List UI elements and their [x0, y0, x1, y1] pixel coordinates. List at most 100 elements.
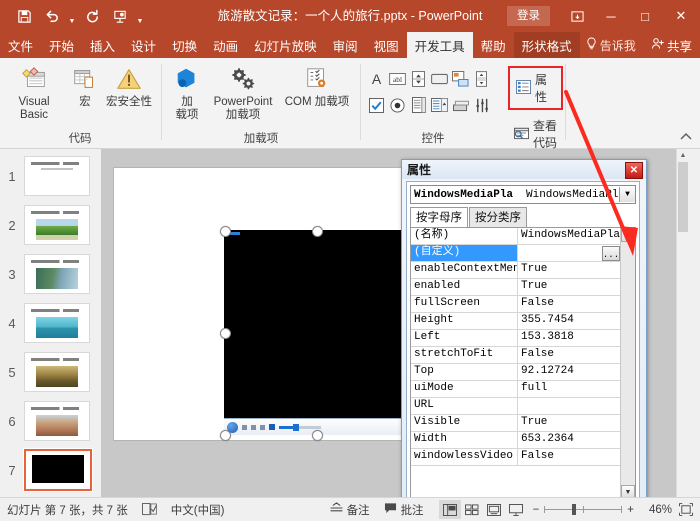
- properties-dialog-close-button[interactable]: ✕: [625, 162, 643, 179]
- property-value[interactable]: full: [518, 381, 621, 397]
- property-value[interactable]: 355.7454: [518, 313, 621, 329]
- more-controls-icon[interactable]: [473, 97, 490, 114]
- media-prev-icon[interactable]: [251, 425, 256, 430]
- property-row-windowlessvideo[interactable]: windowlessVideo False: [411, 449, 621, 466]
- tab-design[interactable]: 设计: [123, 32, 164, 58]
- properties-dialog[interactable]: 属性 ✕ WindowsMediaPla WindowsMediaPlay ▼ …: [401, 159, 647, 511]
- property-value[interactable]: [518, 398, 621, 414]
- tab-developer[interactable]: 开发工具: [407, 32, 473, 58]
- media-player-control-bar[interactable]: [224, 418, 423, 435]
- normal-view-button[interactable]: [439, 500, 461, 519]
- property-value[interactable]: WindowsMediaPlay: [518, 228, 621, 244]
- resize-handle-bottom-left[interactable]: [220, 430, 231, 441]
- media-stop-icon[interactable]: [242, 425, 247, 430]
- zoom-track[interactable]: [544, 509, 622, 510]
- chevron-down-icon[interactable]: ▼: [619, 187, 635, 202]
- property-value[interactable]: 653.2364: [518, 432, 621, 448]
- properties-grid[interactable]: (名称) WindowsMediaPlay (自定义) ... enableCo…: [410, 227, 636, 501]
- property-value[interactable]: 153.3818: [518, 330, 621, 346]
- property-row-visible[interactable]: Visible True: [411, 415, 621, 432]
- combobox-icon[interactable]: [431, 97, 448, 114]
- tab-slideshow[interactable]: 幻灯片放映: [246, 32, 325, 58]
- tell-me-box[interactable]: 告诉我: [586, 32, 636, 58]
- ribbon-display-options-icon[interactable]: [560, 0, 594, 32]
- property-value[interactable]: False: [518, 296, 621, 312]
- customize-qat-icon[interactable]: ▼: [134, 1, 146, 32]
- slide-thumbnail-pane[interactable]: 1 2 3 4 5 6: [0, 149, 102, 498]
- label-A-icon[interactable]: A: [368, 71, 385, 88]
- property-value[interactable]: False: [518, 347, 621, 363]
- save-icon[interactable]: [10, 4, 38, 28]
- custom-properties-ellipsis-button[interactable]: ...: [602, 246, 620, 261]
- tab-help[interactable]: 帮助: [473, 32, 514, 58]
- undo-dropdown-icon[interactable]: ▼: [66, 1, 78, 32]
- commandbutton-icon[interactable]: [431, 71, 448, 88]
- tab-home[interactable]: 开始: [41, 32, 82, 58]
- collapse-ribbon-icon[interactable]: [680, 132, 692, 144]
- notes-button[interactable]: 备注: [323, 502, 377, 518]
- tab-animations[interactable]: 动画: [205, 32, 246, 58]
- property-row-name[interactable]: (名称) WindowsMediaPlay: [411, 228, 621, 245]
- close-button[interactable]: ✕: [662, 0, 700, 32]
- zoom-in-button[interactable]: +: [627, 504, 634, 516]
- sign-in-button[interactable]: 登录: [507, 6, 550, 27]
- addins-button[interactable]: 加 载项: [170, 62, 204, 122]
- property-row-enabled[interactable]: enabled True: [411, 279, 621, 296]
- language-label[interactable]: 中文(中国): [164, 502, 232, 518]
- volume-knob[interactable]: [293, 424, 299, 431]
- resize-handle-middle-left[interactable]: [220, 328, 231, 339]
- property-row-top[interactable]: Top 92.12724: [411, 364, 621, 381]
- thumbnail-slide-5[interactable]: 5: [0, 349, 101, 395]
- object-selector-combobox[interactable]: WindowsMediaPla WindowsMediaPlay ▼: [410, 185, 636, 204]
- fit-slide-icon[interactable]: [672, 503, 700, 516]
- thumbnail-slide-3[interactable]: 3: [0, 251, 101, 297]
- property-row-enablecontextmenu[interactable]: enableContextMenu True: [411, 262, 621, 279]
- thumbnail-slide-6[interactable]: 6: [0, 398, 101, 444]
- thumbnail-slide-4[interactable]: 4: [0, 300, 101, 346]
- property-row-uimode[interactable]: uiMode full: [411, 381, 621, 398]
- properties-grid-scrollbar[interactable]: ▲ ▼: [620, 228, 635, 500]
- resize-handle-bottom-center[interactable]: [312, 430, 323, 441]
- tab-insert[interactable]: 插入: [82, 32, 123, 58]
- maximize-button[interactable]: □: [628, 0, 662, 32]
- media-next-icon[interactable]: [260, 425, 265, 430]
- property-row-height[interactable]: Height 355.7454: [411, 313, 621, 330]
- tab-categorized[interactable]: 按分类序: [469, 207, 527, 228]
- undo-icon[interactable]: [38, 4, 66, 28]
- checkbox-icon[interactable]: [368, 97, 385, 114]
- resize-handle-top-left[interactable]: [220, 226, 231, 237]
- tab-view[interactable]: 视图: [366, 32, 407, 58]
- resize-handle-top-center[interactable]: [312, 226, 323, 237]
- listbox-icon[interactable]: [410, 97, 427, 114]
- tab-shape-format[interactable]: 形状格式: [514, 32, 580, 58]
- zoom-knob[interactable]: [572, 504, 576, 515]
- com-addins-button[interactable]: COM 加载项: [283, 62, 351, 109]
- tab-review[interactable]: 审阅: [325, 32, 366, 58]
- tab-alphabetic[interactable]: 按字母序: [410, 207, 468, 228]
- thumbnail-slide-2[interactable]: 2: [0, 202, 101, 248]
- macro-security-button[interactable]: 宏安全性: [100, 62, 158, 109]
- property-value[interactable]: True: [518, 415, 621, 431]
- textbox-abl-icon[interactable]: abl: [389, 71, 406, 88]
- scroll-track[interactable]: [621, 242, 635, 485]
- optionbutton-icon[interactable]: [389, 97, 406, 114]
- start-slideshow-icon[interactable]: [106, 4, 134, 28]
- spinbutton-icon[interactable]: [410, 71, 427, 88]
- property-row-fullscreen[interactable]: fullScreen False: [411, 296, 621, 313]
- minimize-button[interactable]: ─: [594, 0, 628, 32]
- property-value[interactable]: True: [518, 262, 621, 278]
- property-value[interactable]: 92.12724: [518, 364, 621, 380]
- property-row-left[interactable]: Left 153.3818: [411, 330, 621, 347]
- media-mute-icon[interactable]: [269, 424, 275, 430]
- thumbnail-slide-7[interactable]: 7: [0, 447, 101, 493]
- property-value[interactable]: True: [518, 279, 621, 295]
- windows-media-player-object[interactable]: [224, 230, 420, 435]
- thumbnail-slide-1[interactable]: 1: [0, 153, 101, 199]
- property-row-width[interactable]: Width 653.2364: [411, 432, 621, 449]
- scroll-thumb[interactable]: [678, 162, 688, 232]
- slide-count-label[interactable]: 幻灯片 第 7 张，共 7 张: [0, 502, 135, 518]
- ppt-addins-button[interactable]: PowerPoint 加载项: [207, 62, 279, 122]
- slideshow-view-button[interactable]: [505, 500, 527, 519]
- canvas-vertical-scrollbar[interactable]: ▲: [676, 149, 689, 498]
- slide-sorter-view-button[interactable]: [461, 500, 483, 519]
